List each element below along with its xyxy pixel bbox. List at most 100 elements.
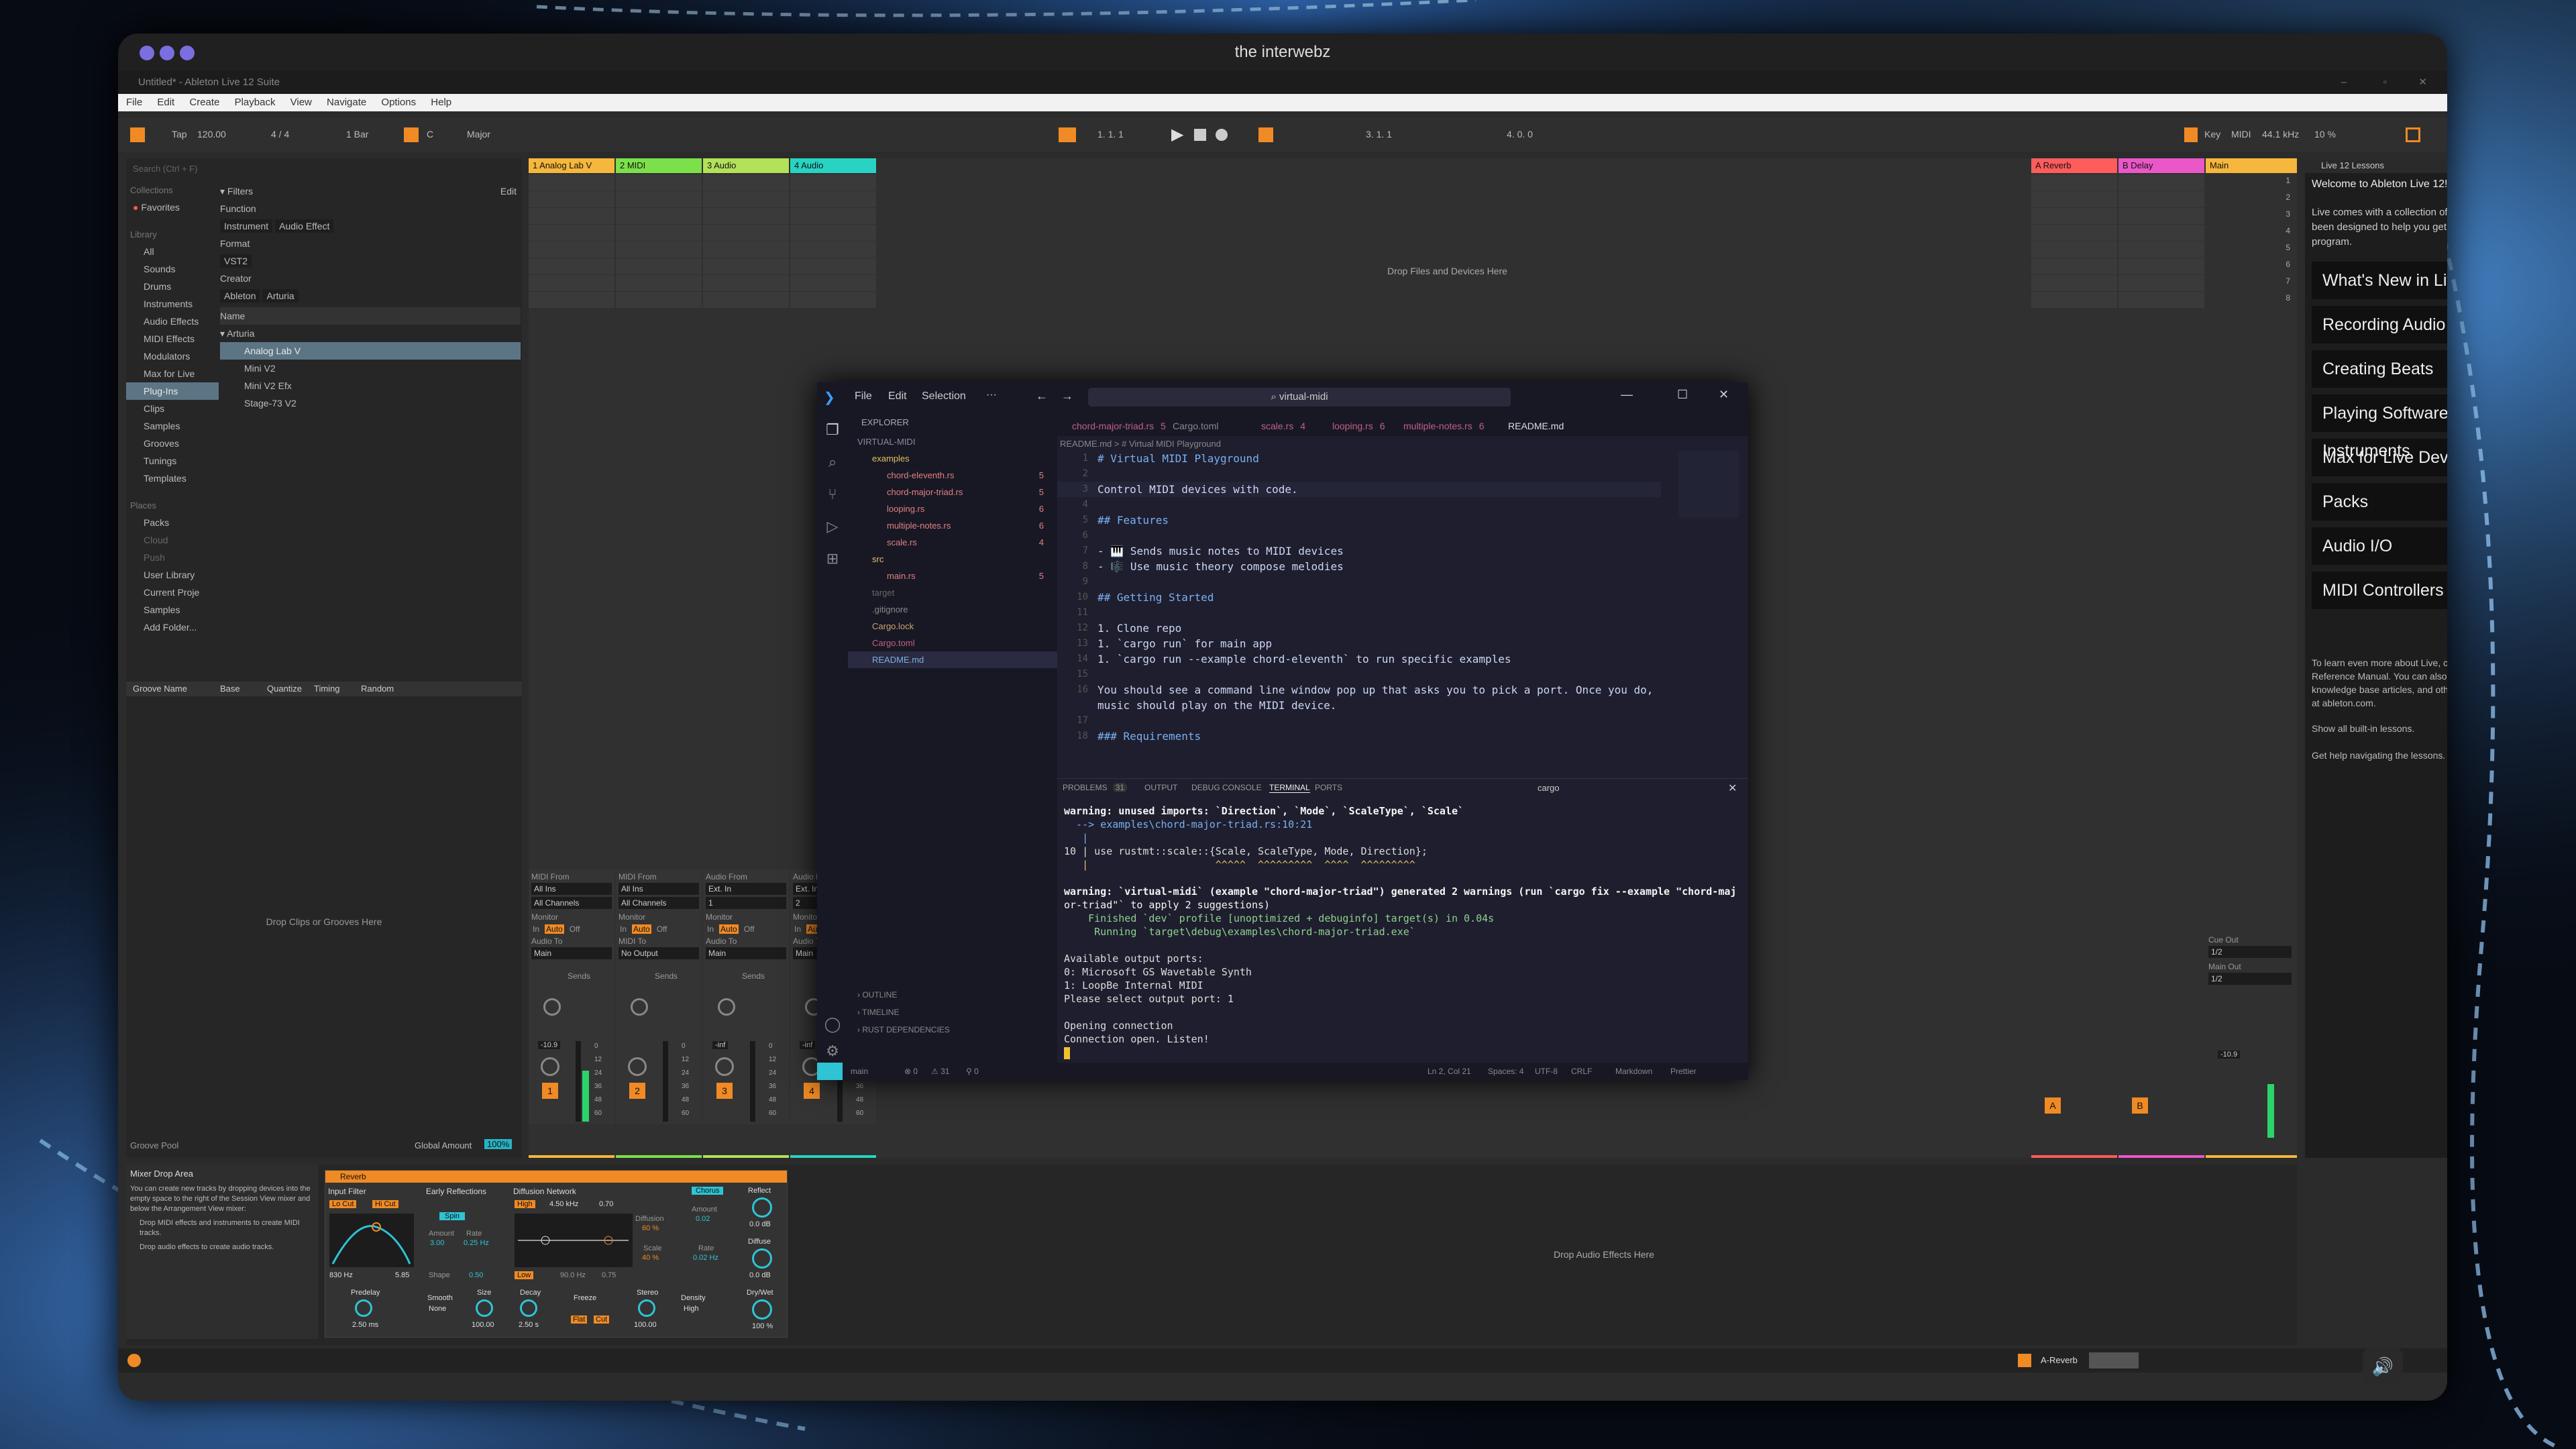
scene-number[interactable]: 5 — [2286, 243, 2290, 252]
monitor-option[interactable]: Off — [743, 924, 756, 934]
rate-value[interactable]: 0.25 Hz — [464, 1239, 489, 1247]
track-header[interactable]: 2 MIDI — [616, 158, 702, 173]
explorer-icon[interactable]: ❐ — [817, 421, 848, 439]
vs-menu-file[interactable]: File — [855, 390, 872, 402]
predelay-knob[interactable] — [355, 1299, 372, 1317]
account-icon[interactable]: ◯ — [817, 1016, 848, 1033]
favorites-item[interactable]: ● Favorites — [126, 199, 219, 216]
diffuse-knob[interactable] — [752, 1248, 772, 1269]
panel-tab[interactable]: OUTPUT — [1144, 783, 1177, 792]
clip-slot[interactable] — [703, 258, 789, 274]
timeline-section[interactable]: › TIMELINE — [857, 1008, 899, 1017]
clip-slot[interactable] — [529, 225, 614, 241]
size-knob[interactable] — [476, 1299, 493, 1317]
tag-ableton[interactable]: Ableton — [220, 289, 260, 303]
monitor-option[interactable]: Auto — [719, 924, 739, 934]
groove-col-name[interactable]: Groove Name — [133, 682, 187, 696]
library-item[interactable]: Plug-Ins — [126, 382, 219, 400]
diffusion-graph[interactable] — [515, 1214, 633, 1267]
scale-select[interactable]: Major — [467, 129, 490, 140]
input-source-select[interactable]: All Ins — [531, 883, 612, 895]
clip-slot[interactable] — [703, 225, 789, 241]
clip-slot[interactable] — [2031, 174, 2117, 191]
volume-value[interactable]: -inf — [712, 1041, 729, 1049]
clip-slot[interactable] — [616, 258, 702, 274]
clip-slot[interactable] — [616, 225, 702, 241]
scene-number[interactable]: 2 — [2286, 193, 2290, 202]
clip-slot[interactable] — [529, 292, 614, 308]
file-tree-item[interactable]: chord-major-triad.rs 5 — [848, 484, 1057, 500]
reverb-title[interactable]: Reverb — [325, 1171, 787, 1183]
lesson-button[interactable]: Playing Software Instruments — [2312, 394, 2447, 460]
arrangement-follow-button[interactable] — [1059, 127, 1076, 142]
main-out-select[interactable]: 1/2 — [2208, 973, 2292, 985]
volume-fader[interactable] — [750, 1041, 755, 1122]
midi-button[interactable]: MIDI — [2231, 129, 2251, 140]
clip-slot[interactable] — [703, 208, 789, 224]
clip-slot[interactable] — [2031, 191, 2117, 207]
return-track-header[interactable]: A Reverb — [2031, 158, 2117, 173]
clip-slot[interactable] — [2118, 241, 2204, 258]
flat-button[interactable]: Flat — [571, 1316, 588, 1324]
panel-tab[interactable]: TERMINAL — [1269, 783, 1310, 793]
clip-slot[interactable] — [2118, 208, 2204, 224]
clip-slot[interactable] — [703, 292, 789, 308]
status-track-name[interactable]: A-Reverb — [2041, 1355, 2078, 1365]
places-item[interactable]: Push — [126, 549, 219, 566]
editor-tab[interactable]: README.md — [1508, 417, 1564, 435]
file-tree-item[interactable]: examples — [848, 450, 1057, 467]
main-volume-value[interactable]: -10.9 — [2218, 1051, 2241, 1059]
send-a-knob[interactable] — [543, 998, 561, 1016]
name-column-header[interactable]: Name — [220, 307, 521, 325]
return-track-header[interactable]: B Delay — [2118, 158, 2204, 173]
clip-slot[interactable] — [2031, 258, 2117, 274]
output-select[interactable]: Main — [706, 947, 786, 959]
pan-knob[interactable] — [715, 1057, 734, 1076]
places-item[interactable]: Add Folder... — [126, 619, 219, 636]
status-spaces[interactable]: Spaces: 4 — [1488, 1063, 1523, 1080]
clip-slot[interactable] — [703, 191, 789, 207]
places-item[interactable]: Cloud — [126, 531, 219, 549]
lesson-button[interactable]: Creating Beats — [2312, 350, 2447, 388]
view-toggle-icon[interactable] — [2406, 127, 2420, 142]
editor-tab[interactable]: chord-major-triad.rs 5 — [1072, 417, 1166, 435]
clip-slot[interactable] — [790, 258, 876, 274]
status-eol[interactable]: CRLF — [1571, 1063, 1592, 1080]
editor-content[interactable]: 1 # Virtual MIDI Playground 2 3 Control MIDI… — [1057, 451, 1661, 759]
clip-slot[interactable] — [790, 191, 876, 207]
settings-gear-icon[interactable]: ⚙ — [817, 1042, 848, 1060]
link-icon[interactable] — [130, 127, 145, 142]
file-tree-item[interactable]: VIRTUAL-MIDI — [848, 433, 1057, 450]
clip-slot[interactable] — [790, 174, 876, 191]
volume-value[interactable]: -inf — [800, 1041, 816, 1049]
key-map-icon[interactable] — [2184, 127, 2198, 142]
library-item[interactable]: Templates — [126, 470, 219, 487]
track-header[interactable]: 3 Audio — [703, 158, 789, 173]
menu-help[interactable]: Help — [431, 97, 451, 108]
outline-section[interactable]: › OUTLINE — [857, 990, 897, 1000]
scene-number[interactable]: 1 — [2286, 176, 2290, 185]
output-select[interactable]: No Output — [619, 947, 699, 959]
show-all-lessons-link[interactable]: Show all built-in lessons. — [2305, 710, 2447, 734]
clip-slot[interactable] — [2031, 275, 2117, 291]
track-activator[interactable]: 2 — [629, 1083, 645, 1099]
scale-value[interactable]: 40 % — [642, 1254, 659, 1262]
places-item[interactable]: User Library — [126, 566, 219, 584]
stereo-knob[interactable] — [638, 1299, 655, 1317]
pan-knob[interactable] — [541, 1057, 559, 1076]
minimap[interactable] — [1678, 451, 1739, 518]
filter-width[interactable]: 5.85 — [395, 1271, 409, 1279]
cut-button[interactable]: Cut — [594, 1316, 610, 1324]
input-source-select[interactable]: Ext. In — [706, 883, 786, 895]
rust-dependencies-section[interactable]: › RUST DEPENDENCIES — [857, 1025, 950, 1034]
vs-menu-selection[interactable]: Selection — [922, 390, 966, 402]
library-item[interactable]: Grooves — [126, 435, 219, 452]
monitor-option[interactable]: In — [531, 924, 541, 934]
extensions-icon[interactable]: ⊞ — [817, 550, 848, 568]
file-tree-item[interactable]: .gitignore — [848, 601, 1057, 618]
function-filter-label[interactable]: Function — [220, 200, 521, 217]
run-debug-icon[interactable]: ▷ — [817, 518, 848, 535]
file-tree-item[interactable]: looping.rs 6 — [848, 500, 1057, 517]
library-item[interactable]: Max for Live — [126, 365, 219, 382]
creator-filter-label[interactable]: Creator — [220, 270, 521, 287]
